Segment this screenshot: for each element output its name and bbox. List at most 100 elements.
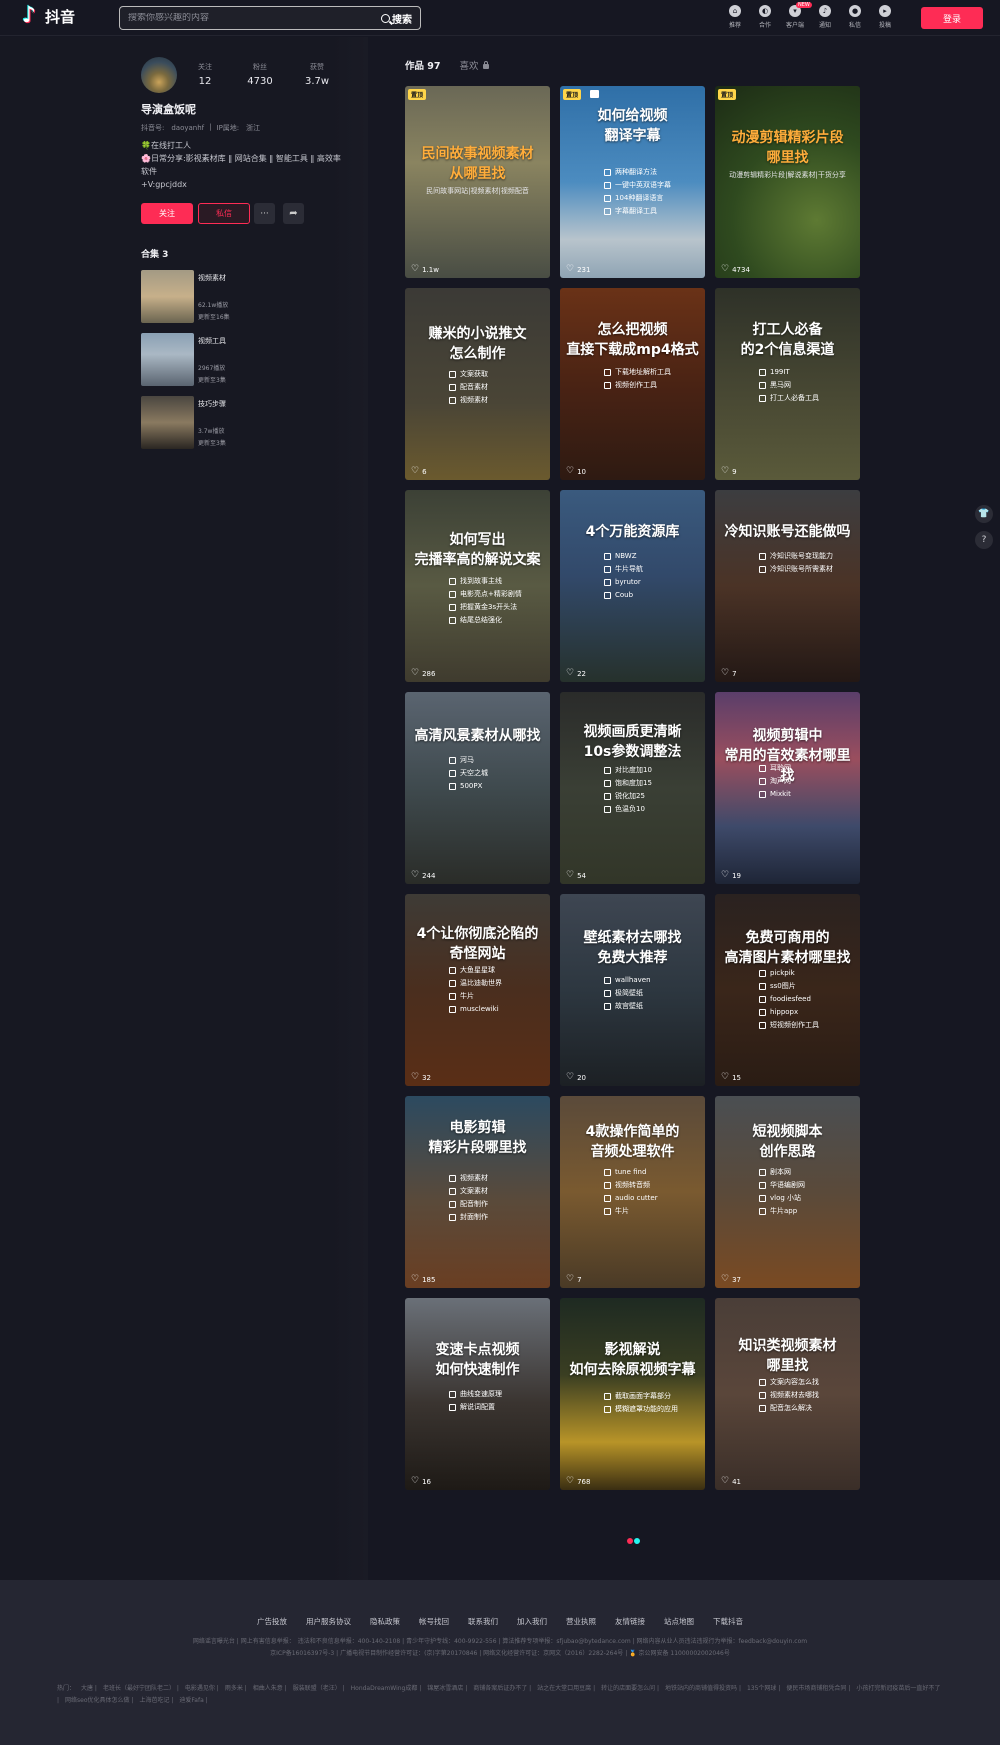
- collection-updated: 更新至3集: [198, 377, 226, 384]
- footer-link[interactable]: 营业执照: [566, 1616, 596, 1627]
- video-likes: ♡ 7: [721, 669, 737, 678]
- video-title: 短视频脚本 创作思路: [752, 1124, 823, 1160]
- footer-link[interactable]: 友情链接: [615, 1616, 645, 1627]
- video-card[interactable]: 免费可商用的 高清图片素材哪里找 pickpik ss0图片 foodiesfeed hi…: [715, 894, 860, 1086]
- video-card[interactable]: 影视解说 如何去除原视频字幕 截取画面字幕部分 模糊遮罩功能的应用 ♡ 768: [560, 1298, 705, 1490]
- hot-search-link[interactable]: 锦屋冰雪酒店 |: [427, 1685, 467, 1692]
- stat-followers[interactable]: 粉丝 4730: [235, 62, 285, 87]
- collection-item[interactable]: 视频素材 62.1w播放 更新至16集: [141, 270, 341, 323]
- video-card[interactable]: 如何写出 完播率高的解说文案 找到故事主线 电影亮点+精彩剧情 把握黄金3s开头法 结尾总…: [405, 490, 550, 682]
- hot-search-link[interactable]: 商铺各案后证办不了 |: [473, 1685, 531, 1692]
- video-card[interactable]: 4个万能资源库 NBWZ 牛片导航 byrutor Coub ♡ 22: [560, 490, 705, 682]
- video-card[interactable]: 4款操作简单的 音频处理软件 tune find 视频转音频 audio cutter 牛…: [560, 1096, 705, 1288]
- footer-link[interactable]: 用户服务协议: [306, 1616, 351, 1627]
- shirt-icon: 👕: [978, 509, 990, 519]
- like-count: 7: [577, 1275, 582, 1284]
- video-card[interactable]: 置顶 如何给视频 翻译字幕 两种翻译方法 一键中英双语字幕 104种翻译语言 字幕翻译工具 ♡…: [560, 86, 705, 278]
- bio-line-1: 在线打工人: [150, 141, 191, 150]
- nav-client[interactable]: NEW ▾ 客户端: [780, 2, 812, 29]
- share-button[interactable]: ➦: [283, 203, 304, 224]
- video-card[interactable]: 变速卡点视频 如何快速制作 曲线变速原理 解说词配置 ♡ 16: [405, 1298, 550, 1490]
- collection-item[interactable]: 技巧步骤 3.7w播放 更新至3集: [141, 396, 341, 449]
- video-card[interactable]: 壁纸素材去哪找 免费大推荐 wallhaven 极简壁纸 故宫壁纸 ♡ 20: [560, 894, 705, 1086]
- footer-link[interactable]: 加入我们: [517, 1616, 547, 1627]
- stat-following[interactable]: 关注 12: [180, 62, 230, 87]
- video-title: 冷知识账号还能做吗: [724, 524, 851, 540]
- checkbox-icon: [759, 553, 766, 560]
- hot-search-link[interactable]: 地铁站内的商铺值得投资吗 |: [665, 1685, 741, 1692]
- checklist-item: 结尾总结强化: [449, 614, 522, 627]
- hot-search-link[interactable]: 电影遇见你 |: [185, 1685, 219, 1692]
- hot-search-link[interactable]: 老班长（最好宁团队老二） |: [103, 1685, 179, 1692]
- theme-button[interactable]: 👕: [975, 505, 993, 523]
- more-button[interactable]: ···: [254, 203, 275, 224]
- nav-label: 合作: [758, 22, 771, 29]
- tab-works[interactable]: 作品 97: [405, 58, 441, 72]
- heart-icon: ♡: [721, 1072, 730, 1082]
- footer-link[interactable]: 帐号找回: [419, 1616, 449, 1627]
- video-card[interactable]: 赚米的小说推文 怎么制作 文案获取 配音素材 视频素材 ♡ 6: [405, 288, 550, 480]
- avatar[interactable]: [141, 57, 177, 93]
- checklist-item: 500PX: [449, 780, 488, 793]
- video-card[interactable]: 置顶 动漫剪辑精彩片段 哪里找 动漫剪辑精彩片段|解说素材|干货分享 ♡ 4734: [715, 86, 860, 278]
- nav-upload[interactable]: ▸ 投稿: [870, 5, 900, 29]
- nav-notify[interactable]: ♪ 通知: [810, 5, 840, 29]
- hot-search-link[interactable]: 网络seo优化具体怎么做 |: [65, 1697, 133, 1704]
- video-likes: ♡ 41: [721, 1477, 741, 1486]
- collection-item[interactable]: 视频工具 2967播放 更新至3集: [141, 333, 341, 386]
- nav-cooperation[interactable]: ◐ 合作: [750, 5, 780, 29]
- hot-search-link[interactable]: 转让的店面要怎么问 |: [601, 1685, 659, 1692]
- hot-search-link[interactable]: 雨多米 |: [225, 1685, 247, 1692]
- video-card[interactable]: 电影剪辑 精彩片段哪里找 视频素材 文案素材 配音制作 封面制作 ♡ 185: [405, 1096, 550, 1288]
- checklist-item: 找到故事主线: [449, 575, 522, 588]
- video-card[interactable]: 怎么把视频 直接下载成mp4格式 下载地址解析工具 视频创作工具 ♡ 10: [560, 288, 705, 480]
- hot-search-link[interactable]: 站之在大堂口用豆腐 |: [537, 1685, 595, 1692]
- hot-search-link[interactable]: 迪爱Fafa |: [179, 1697, 207, 1704]
- video-card[interactable]: 冷知识账号还能做吗 冷知识账号变现能力 冷知识账号所需素材 ♡ 7: [715, 490, 860, 682]
- help-button[interactable]: ?: [975, 531, 993, 549]
- douyin-logo[interactable]: 抖音: [22, 3, 75, 28]
- hot-search-link[interactable]: 便民市场商铺租凭合同 |: [786, 1685, 850, 1692]
- checklist-item: 冷知识账号所需素材: [759, 563, 833, 576]
- heart-icon: ♡: [566, 264, 575, 274]
- tab-likes[interactable]: 喜欢: [460, 58, 489, 72]
- checklist-text: 500PX: [460, 782, 483, 790]
- hot-search-link[interactable]: 相曲人朱意 |: [253, 1685, 287, 1692]
- nav-recommend[interactable]: ⌂ 推荐: [720, 5, 750, 29]
- footer-link[interactable]: 隐私政策: [370, 1616, 400, 1627]
- footer-link[interactable]: 站点地图: [664, 1616, 694, 1627]
- search-button[interactable]: 搜索: [381, 11, 420, 26]
- video-card[interactable]: 视频画质更清晰 10s参数调整法 对比度加10 饱和度加15 锐化加25 色温负10 ♡ 54: [560, 692, 705, 884]
- search-icon: [381, 13, 390, 23]
- video-card[interactable]: 4个让你彻底沦陷的 奇怪网站 大鱼星星球 温比迪勒世界 牛片 musclewiki ♡ 32: [405, 894, 550, 1086]
- video-card[interactable]: 短视频脚本 创作思路 剧本网 华语编剧网 vlog 小站 牛片app ♡ 37: [715, 1096, 860, 1288]
- checklist-text: 模糊遮罩功能的应用: [615, 1405, 678, 1413]
- follow-button[interactable]: 关注: [141, 203, 193, 224]
- checklist-item: 文案获取: [449, 368, 488, 381]
- nav-message[interactable]: ● 私信: [840, 5, 870, 29]
- video-card[interactable]: 打工人必备 的2个信息渠道 199IT 黑马网 打工人必备工具 ♡ 9: [715, 288, 860, 480]
- footer-link[interactable]: 广告投放: [257, 1616, 287, 1627]
- pinned-badge: 置顶: [718, 89, 737, 100]
- checklist-text: 打工人必备工具: [770, 394, 819, 402]
- footer-link[interactable]: 下载抖音: [713, 1616, 743, 1627]
- video-card[interactable]: 置顶 民间故事视频素材 从哪里找 民间故事网站|视频素材|视频配音 ♡ 1.1w: [405, 86, 550, 278]
- checklist-text: 199IT: [770, 368, 790, 376]
- checklist-item: 文案内容怎么找: [759, 1376, 819, 1389]
- message-button[interactable]: 私信: [198, 203, 250, 224]
- footer-link[interactable]: 联系我们: [468, 1616, 498, 1627]
- checklist-item: 饱和度加15: [604, 777, 652, 790]
- checklist-item: 黑马网: [759, 379, 819, 392]
- hot-search-link[interactable]: HondaDreamWing成都 |: [351, 1685, 422, 1692]
- hot-search-link[interactable]: 服装联盟（老汪） |: [293, 1685, 345, 1692]
- hot-search-link[interactable]: 135个网球 |: [747, 1685, 780, 1692]
- video-card[interactable]: 知识类视频素材 哪里找 文案内容怎么找 视频素材去哪找 配音怎么解决 ♡ 41: [715, 1298, 860, 1490]
- hot-search-link[interactable]: 上海芭吃记 |: [139, 1697, 173, 1704]
- login-button[interactable]: 登录: [921, 7, 983, 29]
- heart-icon: ♡: [566, 1072, 575, 1082]
- search-input[interactable]: [120, 13, 381, 23]
- video-title: 赚米的小说推文 怎么制作: [428, 326, 527, 362]
- hot-search-link[interactable]: 大唐 |: [81, 1685, 97, 1692]
- video-card[interactable]: 视频剪辑中 常用的音效素材哪里找 耳聆网 淘声网 Mixkit ♡ 19: [715, 692, 860, 884]
- video-card[interactable]: 高清风景素材从哪找 河马 天空之城 500PX ♡ 244: [405, 692, 550, 884]
